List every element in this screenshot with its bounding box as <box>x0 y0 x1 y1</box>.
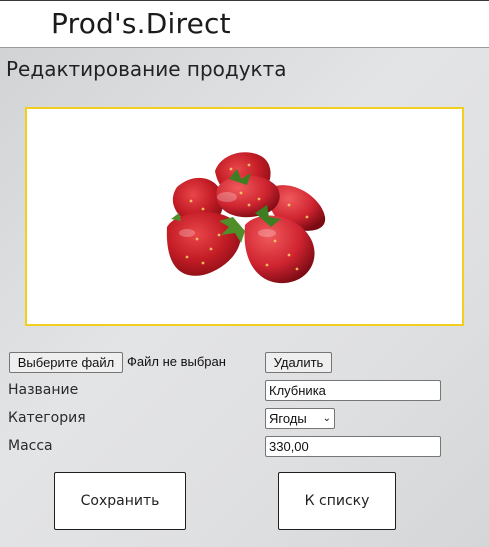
product-image <box>166 152 326 284</box>
product-edit-page: Prod's.Direct Редактирование продукта Вы… <box>0 0 489 547</box>
chevron-down-icon: ⌄ <box>322 413 331 424</box>
file-status-text: Файл не выбран <box>127 354 226 369</box>
site-header: Prod's.Direct <box>0 0 489 48</box>
delete-button[interactable]: Удалить <box>265 352 332 373</box>
product-image-frame <box>25 107 464 326</box>
save-button[interactable]: Сохранить <box>54 472 186 530</box>
brand-logo[interactable]: Prod's.Direct <box>51 7 231 40</box>
mass-field[interactable]: 330,00 <box>265 436 441 457</box>
category-select-value: Ягоды <box>269 411 307 426</box>
name-label: Название <box>8 382 79 398</box>
category-label: Категория <box>8 410 86 426</box>
back-to-list-button[interactable]: К списку <box>278 472 396 530</box>
choose-file-button[interactable]: Выберите файл <box>9 352 123 373</box>
page-title: Редактирование продукта <box>6 57 287 81</box>
mass-label: Масса <box>8 438 53 454</box>
category-select[interactable]: Ягоды ⌄ <box>265 408 335 429</box>
name-field[interactable]: Клубника <box>265 380 441 401</box>
